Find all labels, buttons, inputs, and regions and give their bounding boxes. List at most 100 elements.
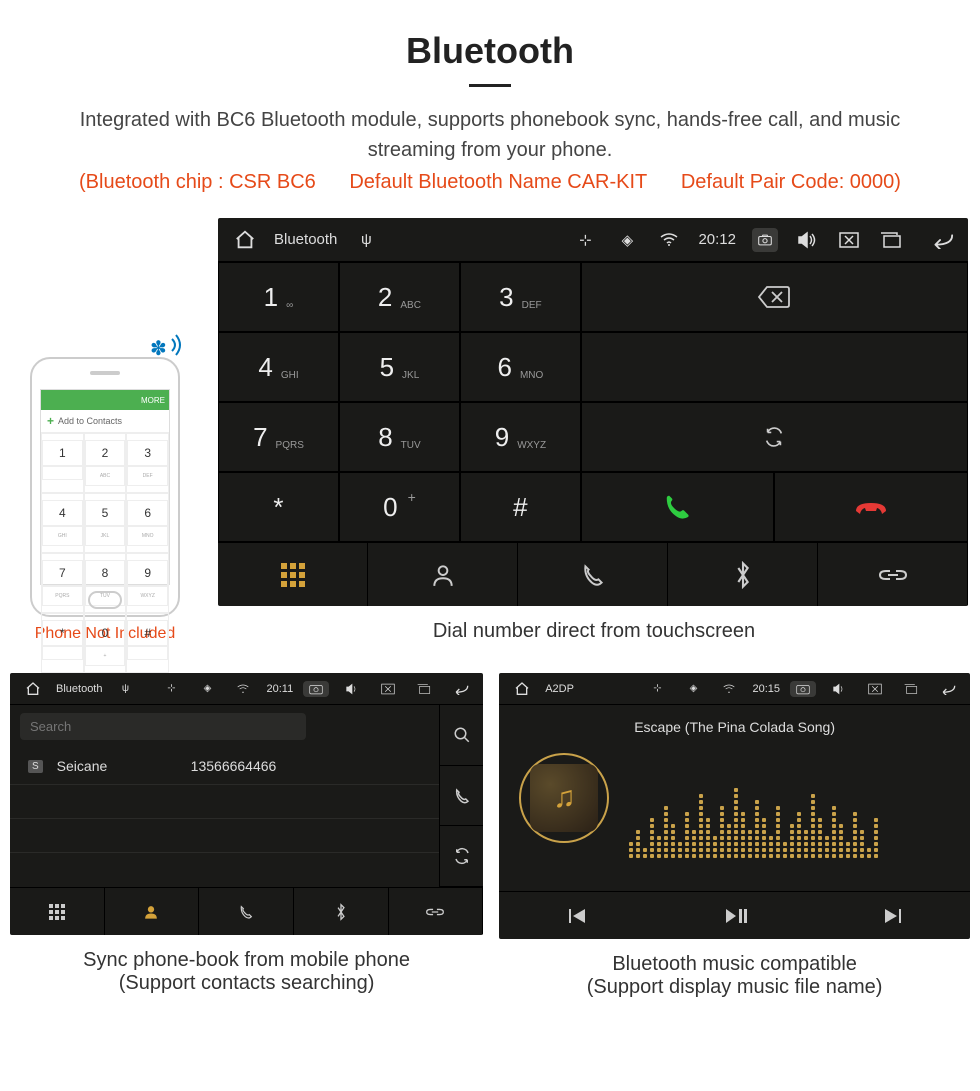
phone-key[interactable]: 3DEF <box>126 433 169 493</box>
app-name-contacts: Bluetooth <box>56 683 102 695</box>
spec-chip: (Bluetooth chip : CSR BC6 <box>79 171 316 193</box>
tab-contacts[interactable] <box>105 888 200 935</box>
phone-key[interactable]: 5JKL <box>84 493 127 553</box>
headunit-music: A2DP ⊹ ◈ 20:15 Escape (The Pina Colada S… <box>499 673 970 939</box>
page-description: Integrated with BC6 Bluetooth module, su… <box>10 105 970 165</box>
phone-key[interactable]: # <box>126 613 169 673</box>
music-bluetooth-icon: ♫ <box>519 753 609 843</box>
tab-pair[interactable] <box>389 888 484 935</box>
keypad-key[interactable]: # <box>460 472 581 542</box>
screenshot-icon[interactable] <box>790 681 816 697</box>
contact-row[interactable]: S Seicane 13566664466 <box>10 748 439 785</box>
spec-code: Default Pair Code: 0000) <box>681 171 901 193</box>
volume-icon[interactable] <box>826 683 852 695</box>
next-track-button[interactable] <box>813 892 970 939</box>
phone-key[interactable]: 0+ <box>84 613 127 673</box>
phone-key[interactable]: 1 <box>41 433 84 493</box>
contact-tag: S <box>28 760 43 773</box>
dial-spacer <box>581 332 968 402</box>
call-button[interactable] <box>581 472 775 542</box>
keypad-key[interactable]: 6MNO <box>460 332 581 402</box>
headunit-dialer: Bluetooth ψ ⊹ ◈ 20:12 1∞2ABC3DEF 4GHI5JKL… <box>218 218 970 643</box>
headunit-contacts: Bluetooth ψ ⊹ ◈ 20:11 <box>10 673 483 935</box>
keypad-key[interactable]: * <box>218 472 339 542</box>
home-icon[interactable] <box>509 681 535 697</box>
hangup-button[interactable] <box>774 472 968 542</box>
tab-bluetooth[interactable] <box>294 888 389 935</box>
close-icon[interactable] <box>375 683 401 695</box>
home-icon[interactable] <box>20 681 46 697</box>
contact-name: Seicane <box>57 758 177 774</box>
keypad-key[interactable]: 3DEF <box>460 262 581 332</box>
statusbar-music: A2DP ⊹ ◈ 20:15 <box>499 673 970 705</box>
clock: 20:12 <box>698 231 736 248</box>
close-icon[interactable] <box>836 232 862 248</box>
phone-add-label: Add to Contacts <box>58 416 122 426</box>
contact-number: 13566664466 <box>191 758 277 774</box>
keypad-key[interactable]: 9WXYZ <box>460 402 581 472</box>
search-input[interactable] <box>20 713 306 740</box>
tab-contacts[interactable] <box>368 543 518 606</box>
app-name-music: A2DP <box>545 683 574 695</box>
back-icon[interactable] <box>928 231 954 249</box>
song-title: Escape (The Pina Colada Song) <box>634 719 835 735</box>
usb-icon: ψ <box>112 683 138 694</box>
keypad-key[interactable]: 7PQRS <box>218 402 339 472</box>
side-sync-icon[interactable] <box>440 826 483 887</box>
wifi-icon <box>230 684 256 694</box>
music-caption: Bluetooth music compatible (Support disp… <box>499 953 970 999</box>
tab-recents[interactable] <box>199 888 294 935</box>
keypad-key[interactable]: 1∞ <box>218 262 339 332</box>
back-icon[interactable] <box>934 683 960 695</box>
bluetooth-signal-icon: ✽ <box>150 331 186 363</box>
screenshot-icon[interactable] <box>752 228 778 252</box>
title-underline <box>469 84 511 87</box>
redial-button[interactable] <box>581 402 968 472</box>
home-icon[interactable] <box>232 229 258 251</box>
phone-key[interactable]: 9WXYZ <box>126 553 169 613</box>
screenshot-icon[interactable] <box>303 681 329 697</box>
svg-text:✽: ✽ <box>150 338 167 360</box>
keypad-key[interactable]: 8TUV <box>339 402 460 472</box>
prev-track-button[interactable] <box>499 892 656 939</box>
keypad-key[interactable]: 2ABC <box>339 262 460 332</box>
volume-icon[interactable] <box>339 683 365 695</box>
tab-keypad[interactable] <box>10 888 105 935</box>
side-search-icon[interactable] <box>440 705 483 766</box>
recent-icon[interactable] <box>898 683 924 695</box>
statusbar: Bluetooth ψ ⊹ ◈ 20:12 <box>218 218 968 262</box>
phone-key[interactable]: 6MNO <box>126 493 169 553</box>
tab-bluetooth[interactable] <box>668 543 818 606</box>
tab-pair[interactable] <box>818 543 968 606</box>
recent-icon[interactable] <box>878 232 904 248</box>
phone-add-contacts[interactable]: + Add to Contacts <box>41 410 169 433</box>
phone-key[interactable]: 7PQRS <box>41 553 84 613</box>
location-icon: ◈ <box>680 683 706 694</box>
keypad-key[interactable]: 0+ <box>339 472 460 542</box>
recent-icon[interactable] <box>411 683 437 695</box>
side-call-icon[interactable] <box>440 766 483 827</box>
contact-row-empty <box>10 853 439 887</box>
equalizer <box>629 778 950 858</box>
keypad-key[interactable]: 4GHI <box>218 332 339 402</box>
tab-keypad[interactable] <box>218 543 368 606</box>
backspace-button[interactable] <box>581 262 968 332</box>
contact-row-empty <box>10 819 439 853</box>
clock-music: 20:15 <box>752 683 780 695</box>
close-icon[interactable] <box>862 683 888 695</box>
play-pause-button[interactable] <box>656 892 813 939</box>
location-icon: ◈ <box>194 683 220 694</box>
spec-name: Default Bluetooth Name CAR-KIT <box>349 171 647 193</box>
bluetooth-icon: ⊹ <box>572 231 598 249</box>
phone-key[interactable]: 2ABC <box>84 433 127 493</box>
contacts-caption: Sync phone-book from mobile phone (Suppo… <box>10 949 483 995</box>
phone-key[interactable]: * <box>41 613 84 673</box>
plus-icon: + <box>47 414 54 428</box>
back-icon[interactable] <box>447 683 473 695</box>
keypad-key[interactable]: 5JKL <box>339 332 460 402</box>
tab-recents[interactable] <box>518 543 668 606</box>
volume-icon[interactable] <box>794 231 820 249</box>
wifi-icon <box>656 233 682 247</box>
clock-contacts: 20:11 <box>266 683 293 695</box>
phone-key[interactable]: 4GHI <box>41 493 84 553</box>
